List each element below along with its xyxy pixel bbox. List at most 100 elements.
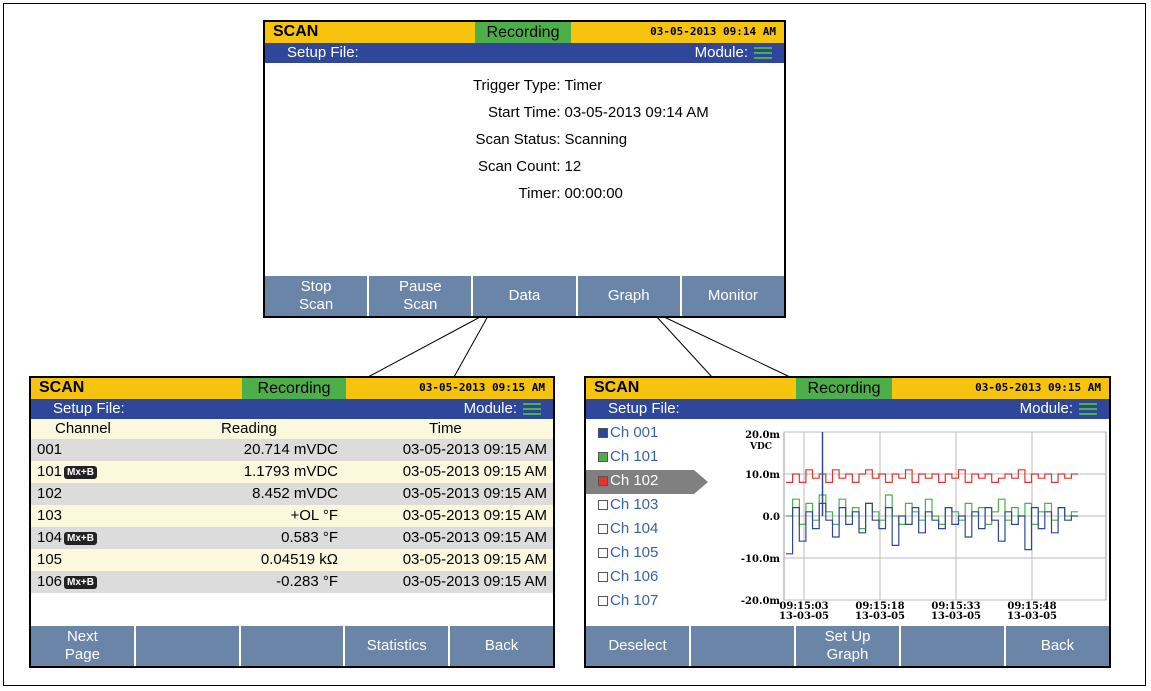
channel-number: 105 bbox=[37, 551, 63, 568]
recording-badge: Recording bbox=[796, 378, 892, 399]
time-cell: 03-05-2013 09:15 AM bbox=[402, 573, 547, 590]
time-header: Time bbox=[429, 420, 462, 437]
deselect-button[interactable]: Deselect bbox=[586, 626, 689, 666]
reading-cell: 20.714 mVDC bbox=[243, 441, 338, 458]
blank-softkey[interactable] bbox=[240, 626, 344, 666]
data-button[interactable]: Data bbox=[473, 276, 576, 316]
module-icon bbox=[523, 403, 541, 415]
channel-color-swatch bbox=[598, 596, 608, 606]
mxb-badge: Mx+B bbox=[64, 466, 97, 479]
channel-cell: 103 bbox=[37, 507, 62, 524]
table-row[interactable]: 106 Mx+B -0.283 °F 03-05-2013 09:15 AM bbox=[31, 571, 553, 593]
y-tick-label: -10.0m bbox=[741, 554, 781, 565]
set-up-graph-button[interactable]: Set Up Graph bbox=[796, 626, 899, 666]
recording-badge: Recording bbox=[242, 378, 346, 399]
info-row: Scan Status: Scanning bbox=[265, 131, 784, 158]
channel-label: Ch 105 bbox=[610, 544, 659, 561]
channel-item[interactable]: Ch 001 bbox=[586, 422, 716, 446]
blank-softkey[interactable] bbox=[901, 626, 1004, 666]
info-label: Timer: bbox=[518, 185, 561, 202]
softkey-bar: Deselect Set Up Graph Back bbox=[586, 626, 1109, 666]
channel-cell: 106 Mx+B bbox=[37, 573, 97, 590]
graph-button[interactable]: Graph bbox=[577, 276, 680, 316]
setup-file-label: Setup File: bbox=[608, 400, 680, 417]
channel-item[interactable]: Ch 107 bbox=[586, 590, 716, 614]
channel-color-swatch bbox=[598, 452, 608, 462]
info-value: Scanning bbox=[564, 131, 628, 148]
blank-softkey[interactable] bbox=[691, 626, 794, 666]
scan-status-screen: SCAN Recording 03-05-2013 09:14 AM Setup… bbox=[263, 20, 786, 318]
module-icon bbox=[1079, 403, 1097, 415]
info-value: Timer bbox=[564, 77, 603, 94]
channel-list: Ch 001 Ch 101 Ch 102 Ch 103 Ch 104 Ch 105 Ch 1… bbox=[586, 422, 716, 614]
channel-color-swatch bbox=[598, 428, 608, 438]
table-row[interactable]: 103 +OL °F 03-05-2013 09:15 AM bbox=[31, 505, 553, 527]
channel-cell: 001 bbox=[37, 441, 62, 458]
x-tick-date: 13-03-05 bbox=[779, 611, 829, 622]
channel-label: Ch 106 bbox=[610, 568, 659, 585]
statistics-button[interactable]: Statistics bbox=[345, 626, 449, 666]
reading-cell: 1.1793 mVDC bbox=[243, 463, 338, 480]
channel-number: 101 bbox=[37, 463, 63, 480]
table-row[interactable]: 104 Mx+B 0.583 °F 03-05-2013 09:15 AM bbox=[31, 527, 553, 549]
info-value: 00:00:00 bbox=[564, 185, 623, 202]
time-cell: 03-05-2013 09:15 AM bbox=[402, 485, 547, 502]
unit-label: VDC bbox=[749, 442, 772, 452]
datetime: 03-05-2013 09:15 AM bbox=[975, 381, 1101, 394]
table-row[interactable]: 101 Mx+B 1.1793 mVDC 03-05-2013 09:15 AM bbox=[31, 461, 553, 483]
channel-item[interactable]: Ch 103 bbox=[586, 494, 716, 518]
channel-number: 001 bbox=[37, 441, 63, 458]
setup-bar: Setup File: Module: bbox=[265, 43, 784, 63]
channel-label: Ch 102 bbox=[610, 472, 659, 489]
x-tick-date: 13-03-05 bbox=[931, 611, 981, 622]
channel-item[interactable]: Ch 102 bbox=[586, 470, 708, 494]
blank-softkey[interactable] bbox=[135, 626, 239, 666]
module-icon bbox=[754, 47, 772, 59]
scan-info: Trigger Type: Timer Start Time: 03-05-2013… bbox=[265, 77, 784, 212]
y-tick-label: 0.0 bbox=[763, 512, 780, 523]
channel-number: 103 bbox=[37, 507, 63, 524]
mxb-badge: Mx+B bbox=[64, 576, 97, 589]
table-row[interactable]: 001 20.714 mVDC 03-05-2013 09:15 AM bbox=[31, 439, 553, 461]
table-row[interactable]: 102 8.452 mVDC 03-05-2013 09:15 AM bbox=[31, 483, 553, 505]
channel-item[interactable]: Ch 104 bbox=[586, 518, 716, 542]
channel-cell: 101 Mx+B bbox=[37, 463, 97, 480]
channel-color-swatch bbox=[598, 500, 608, 510]
stop-scan-button[interactable]: Stop Scan bbox=[265, 276, 368, 316]
setup-file-label: Setup File: bbox=[287, 44, 359, 61]
setup-bar: Setup File: Module: bbox=[586, 399, 1109, 419]
datetime: 03-05-2013 09:14 AM bbox=[650, 25, 776, 38]
mode-label: SCAN bbox=[39, 379, 85, 396]
time-cell: 03-05-2013 09:15 AM bbox=[402, 551, 547, 568]
channel-color-swatch bbox=[598, 572, 608, 582]
info-row: Start Time: 03-05-2013 09:14 AM bbox=[265, 104, 784, 131]
info-row: Timer: 00:00:00 bbox=[265, 185, 784, 212]
channel-cell: 102 bbox=[37, 485, 62, 502]
channel-item[interactable]: Ch 106 bbox=[586, 566, 716, 590]
setup-bar: Setup File: Module: bbox=[31, 399, 553, 419]
table-row[interactable]: 105 0.04519 kΩ 03-05-2013 09:15 AM bbox=[31, 549, 553, 571]
channel-cell: 104 Mx+B bbox=[37, 529, 97, 546]
next-page-button[interactable]: Next Page bbox=[31, 626, 134, 666]
time-cell: 03-05-2013 09:15 AM bbox=[402, 463, 547, 480]
reading-cell: 0.04519 kΩ bbox=[260, 551, 338, 568]
channel-number: 104 bbox=[37, 529, 63, 546]
back-button[interactable]: Back bbox=[450, 626, 553, 666]
info-row: Scan Count: 12 bbox=[265, 158, 784, 185]
softkey-bar: Stop Scan Pause Scan Data Graph Monitor bbox=[265, 276, 784, 316]
reading-cell: 8.452 mVDC bbox=[252, 485, 338, 502]
softkey-bar: Next Page Statistics Back bbox=[31, 626, 553, 666]
reading-cell: 0.583 °F bbox=[281, 529, 338, 546]
pause-scan-button[interactable]: Pause Scan bbox=[369, 276, 472, 316]
monitor-button[interactable]: Monitor bbox=[681, 276, 784, 316]
setup-file-label: Setup File: bbox=[53, 400, 125, 417]
mode-label: SCAN bbox=[594, 379, 640, 396]
channel-item[interactable]: Ch 105 bbox=[586, 542, 716, 566]
reading-cell: -0.283 °F bbox=[276, 573, 338, 590]
channel-color-swatch bbox=[598, 476, 608, 486]
channel-item[interactable]: Ch 101 bbox=[586, 446, 716, 470]
back-button[interactable]: Back bbox=[1006, 626, 1109, 666]
graph-screen: SCAN Recording 03-05-2013 09:15 AM Setup… bbox=[584, 376, 1111, 668]
channel-label: Ch 107 bbox=[610, 592, 659, 609]
info-label: Trigger Type: bbox=[472, 77, 561, 94]
